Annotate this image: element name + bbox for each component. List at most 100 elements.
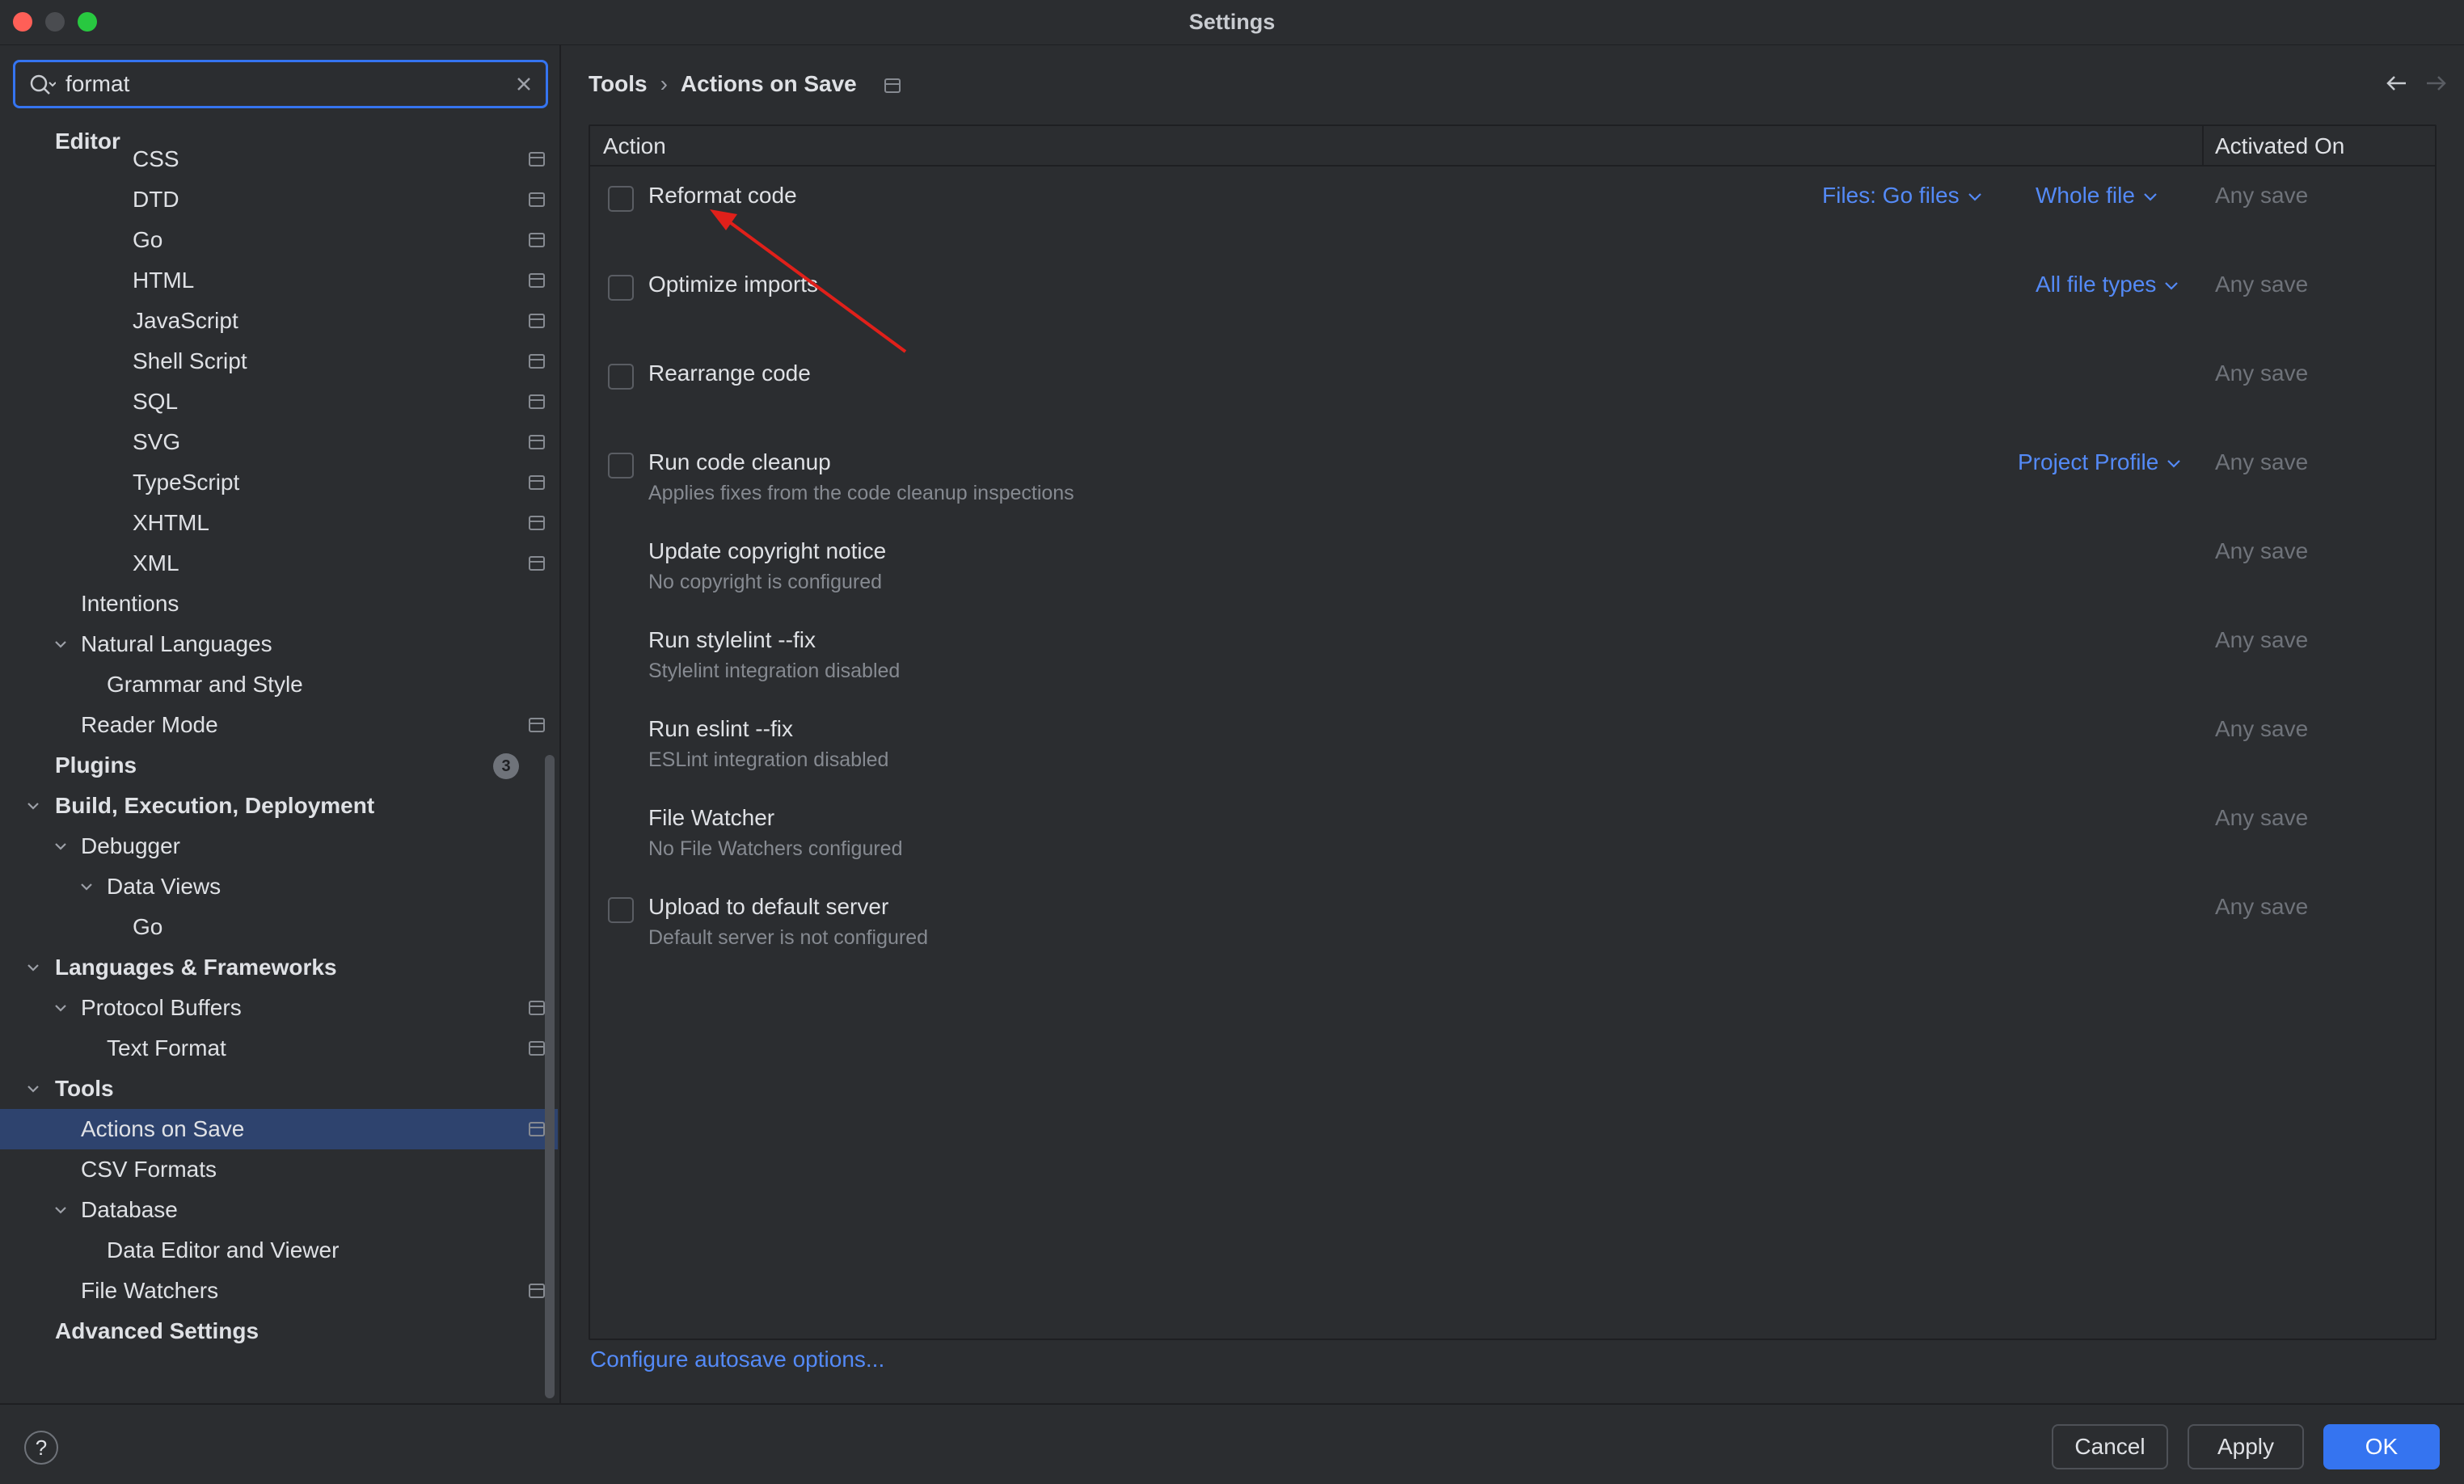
- project-level-icon: [529, 1284, 545, 1298]
- optimize-imports-checkbox[interactable]: [608, 275, 634, 301]
- activated-on-value[interactable]: Any save: [2215, 449, 2308, 475]
- tree-item-label: SQL: [133, 389, 179, 414]
- dialog-footer: ? Cancel Apply OK: [0, 1403, 2464, 1484]
- chevron-down-icon[interactable]: [24, 959, 42, 976]
- tree-item-grammar-style[interactable]: Grammar and Style: [0, 664, 558, 705]
- tree-scrollbar[interactable]: [545, 755, 555, 1398]
- project-level-icon: [529, 273, 545, 288]
- ok-button[interactable]: OK: [2323, 1424, 2440, 1469]
- tree-item-data-views[interactable]: Data Views: [0, 866, 558, 907]
- tree-item-tools[interactable]: Tools: [0, 1069, 558, 1109]
- tree-item-languages-frameworks[interactable]: Languages & Frameworks: [0, 947, 558, 988]
- column-header-activated-on[interactable]: Activated On: [2215, 126, 2344, 167]
- reformat-code-checkbox[interactable]: [608, 186, 634, 212]
- activated-on-value[interactable]: Any save: [2215, 805, 2308, 831]
- row-title: Run eslint --fix: [648, 716, 793, 741]
- files-scope-dropdown[interactable]: Files: Go files: [1822, 183, 1982, 209]
- row-description: Applies fixes from the code cleanup insp…: [648, 482, 1074, 504]
- tree-item-svg[interactable]: SVG: [0, 422, 558, 462]
- activated-on-value[interactable]: Any save: [2215, 538, 2308, 564]
- row-title: Run stylelint --fix: [648, 627, 816, 652]
- settings-tree-panel: Editor CSS DTD Go HTML JavaScript: [0, 45, 561, 1403]
- configure-autosave-link[interactable]: Configure autosave options...: [590, 1347, 884, 1372]
- row-description: No File Watchers configured: [648, 837, 903, 860]
- tree-item-dtd[interactable]: DTD: [0, 179, 558, 220]
- whole-file-dropdown[interactable]: Whole file: [2036, 183, 2158, 209]
- chevron-down-icon[interactable]: [52, 1201, 70, 1219]
- arrow-right-icon[interactable]: [2422, 70, 2449, 97]
- tree-item-protocol-buffers[interactable]: Protocol Buffers: [0, 988, 558, 1028]
- chevron-down-icon[interactable]: [24, 797, 42, 815]
- tree-item-file-watchers[interactable]: File Watchers: [0, 1271, 558, 1311]
- table-row[interactable]: Run eslint --fix ESLint integration disa…: [590, 702, 2435, 790]
- chevron-down-icon[interactable]: [24, 1080, 42, 1098]
- table-row[interactable]: File Watcher No File Watchers configured…: [590, 790, 2435, 879]
- plugins-update-badge: 3: [493, 753, 519, 779]
- table-row[interactable]: Run code cleanup Applies fixes from the …: [590, 435, 2435, 524]
- tree-item-xml[interactable]: XML: [0, 543, 558, 584]
- project-level-icon: [529, 233, 545, 247]
- activated-on-value[interactable]: Any save: [2215, 716, 2308, 742]
- tree-item-plugins[interactable]: Plugins 3: [0, 745, 558, 786]
- tree-item-natural-languages[interactable]: Natural Languages: [0, 624, 558, 664]
- chevron-down-icon[interactable]: [52, 635, 70, 653]
- project-level-icon: [529, 475, 545, 490]
- tree-item-typescript[interactable]: TypeScript: [0, 462, 558, 503]
- chevron-down-icon[interactable]: [78, 878, 95, 896]
- search-box[interactable]: [13, 60, 548, 108]
- tree-item-label: File Watchers: [81, 1278, 219, 1303]
- row-title: Upload to default server: [648, 894, 889, 919]
- tree-item-sql[interactable]: SQL: [0, 382, 558, 422]
- cancel-button[interactable]: Cancel: [2052, 1424, 2168, 1469]
- activated-on-value[interactable]: Any save: [2215, 360, 2308, 386]
- tree-item-advanced-settings[interactable]: Advanced Settings: [0, 1311, 558, 1351]
- tree-item-css[interactable]: CSS: [0, 139, 558, 179]
- project-profile-dropdown[interactable]: Project Profile: [2018, 449, 2181, 475]
- close-icon[interactable]: [513, 74, 534, 95]
- activated-on-value[interactable]: Any save: [2215, 183, 2308, 209]
- column-divider[interactable]: [2202, 126, 2204, 167]
- help-button[interactable]: ?: [24, 1431, 58, 1465]
- chevron-down-icon[interactable]: [52, 999, 70, 1017]
- chevron-down-icon[interactable]: [52, 837, 70, 855]
- row-title: File Watcher: [648, 805, 775, 830]
- upload-default-server-checkbox[interactable]: [608, 897, 634, 923]
- tree-item-html[interactable]: HTML: [0, 260, 558, 301]
- tree-item-data-editor[interactable]: Data Editor and Viewer: [0, 1230, 558, 1271]
- tree-item-debugger[interactable]: Debugger: [0, 826, 558, 866]
- tree-item-label: Plugins: [55, 753, 137, 778]
- file-types-dropdown[interactable]: All file types: [2036, 272, 2179, 297]
- breadcrumb: Tools › Actions on Save: [589, 68, 901, 100]
- tree-item-go[interactable]: Go: [0, 220, 558, 260]
- tree-item-javascript[interactable]: JavaScript: [0, 301, 558, 341]
- tree-item-shell-script[interactable]: Shell Script: [0, 341, 558, 382]
- arrow-left-icon[interactable]: [2383, 70, 2411, 97]
- activated-on-value[interactable]: Any save: [2215, 894, 2308, 920]
- search-icon: [30, 74, 56, 95]
- row-title: Run code cleanup: [648, 449, 831, 474]
- activated-on-value[interactable]: Any save: [2215, 627, 2308, 653]
- window-title: Settings: [1188, 10, 1276, 34]
- tree-item-database[interactable]: Database: [0, 1190, 558, 1230]
- project-level-icon: [884, 78, 901, 93]
- tree-item-xhtml[interactable]: XHTML: [0, 503, 558, 543]
- tree-item-actions-on-save[interactable]: Actions on Save: [0, 1109, 558, 1149]
- apply-button[interactable]: Apply: [2188, 1424, 2304, 1469]
- table-row[interactable]: Run stylelint --fix Stylelint integratio…: [590, 613, 2435, 702]
- search-input[interactable]: [65, 69, 502, 99]
- activated-on-value[interactable]: Any save: [2215, 272, 2308, 297]
- column-header-action[interactable]: Action: [603, 126, 666, 167]
- breadcrumb-parent[interactable]: Tools: [589, 71, 648, 96]
- tree-item-data-views-go[interactable]: Go: [0, 907, 558, 947]
- tree-item-intentions[interactable]: Intentions: [0, 584, 558, 624]
- tree-item-label: SVG: [133, 429, 181, 454]
- run-code-cleanup-checkbox[interactable]: [608, 453, 634, 479]
- tree-item-build[interactable]: Build, Execution, Deployment: [0, 786, 558, 826]
- tree-item-csv-formats[interactable]: CSV Formats: [0, 1149, 558, 1190]
- tree-item-text-format[interactable]: Text Format: [0, 1028, 558, 1069]
- table-row[interactable]: Update copyright notice No copyright is …: [590, 524, 2435, 613]
- tree-item-reader-mode[interactable]: Reader Mode: [0, 705, 558, 745]
- rearrange-code-checkbox[interactable]: [608, 364, 634, 390]
- tree-item-label: Build, Execution, Deployment: [55, 793, 375, 818]
- table-row[interactable]: Upload to default server Default server …: [590, 879, 2435, 968]
